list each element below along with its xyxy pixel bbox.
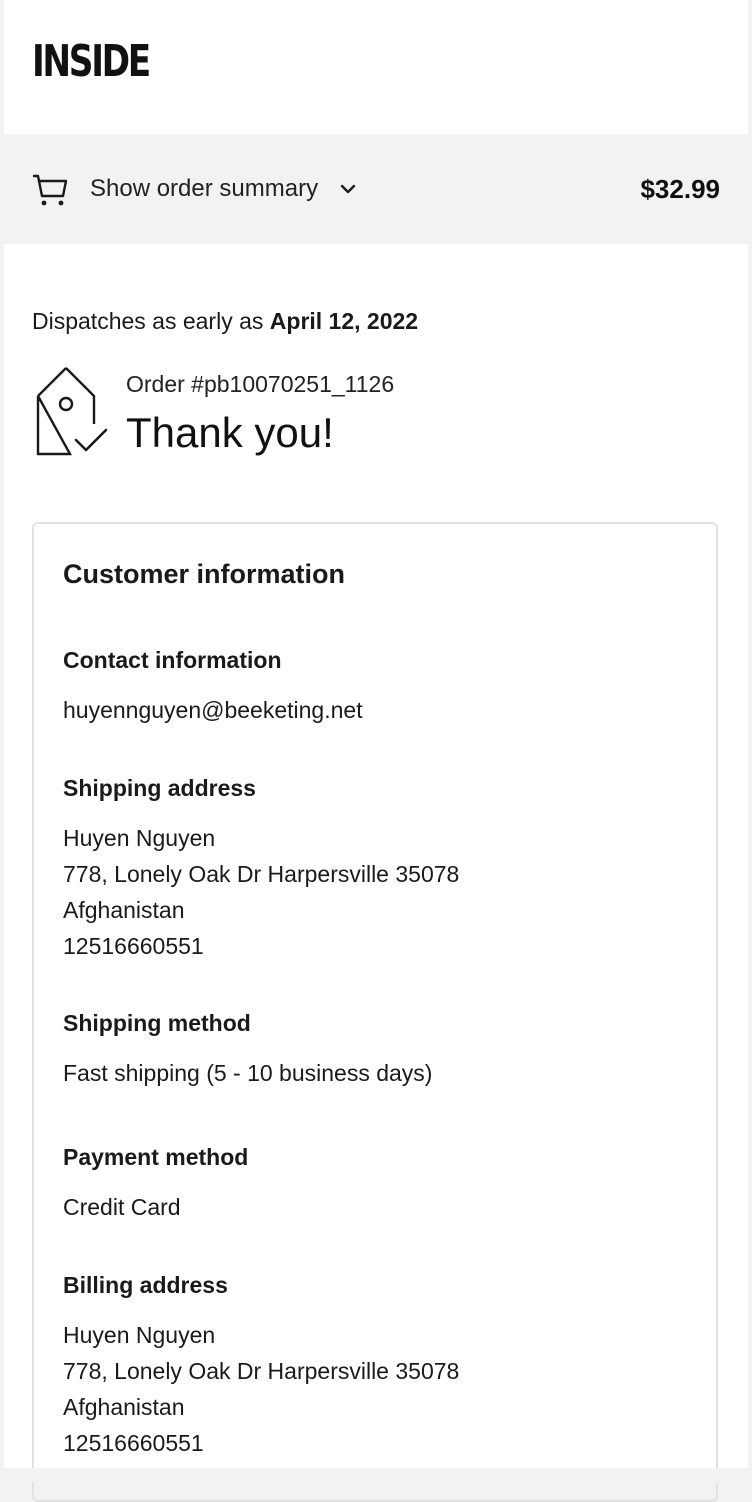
customer-information-title: Customer information <box>63 559 346 589</box>
thank-you-heading: Thank you! <box>126 409 334 456</box>
shipping-method-value: Fast shipping (5 - 10 business days) <box>63 1060 433 1086</box>
shipping-address-line: Afghanistan <box>63 897 185 923</box>
billing-address-line: Afghanistan <box>63 1394 185 1420</box>
payment-method-value: Credit Card <box>63 1194 181 1220</box>
order-total: $32.99 <box>640 174 720 204</box>
billing-address-line: Huyen Nguyen <box>63 1322 216 1348</box>
shipping-address-line: Huyen Nguyen <box>63 825 216 851</box>
cart-icon <box>33 174 68 206</box>
checkout-page: INSIDE Show order summary $32.99 Dispatc… <box>4 0 748 1502</box>
contact-email-value: huyennguyen@beeketing.net <box>63 697 363 723</box>
shipping-address-line: 12516660551 <box>63 933 204 959</box>
shipping-address-line: 778, Lonely Oak Dr Harpersville 35078 <box>63 861 460 887</box>
payment-method: Credit Card <box>63 1189 181 1225</box>
customer-information-card: Customer information Contact information… <box>32 522 718 1502</box>
shipping-method-heading: Shipping method <box>63 1010 251 1036</box>
billing-address: Huyen Nguyen 778, Lonely Oak Dr Harpersv… <box>63 1317 459 1461</box>
order-number: Order #pb10070251_1126 <box>126 371 395 397</box>
order-summary-toggle[interactable]: Show order summary $32.99 <box>4 134 748 244</box>
order-summary-label[interactable]: Show order summary <box>90 174 318 204</box>
contact-information-heading: Contact information <box>63 647 282 673</box>
billing-address-line: 12516660551 <box>63 1430 204 1456</box>
shipping-address-heading: Shipping address <box>63 775 256 801</box>
page-bottom-edge <box>0 1468 752 1482</box>
contact-email: huyennguyen@beeketing.net <box>63 692 363 728</box>
dispatch-notice: Dispatches as early as April 12, 2022 <box>32 306 418 336</box>
shipping-method: Fast shipping (5 - 10 business days) <box>63 1055 432 1091</box>
payment-method-heading: Payment method <box>63 1144 249 1170</box>
store-logo[interactable]: INSIDE <box>32 36 151 88</box>
billing-address-heading: Billing address <box>63 1272 228 1298</box>
dispatch-prefix: Dispatches as early as <box>32 308 270 334</box>
shipping-address: Huyen Nguyen 778, Lonely Oak Dr Harpersv… <box>63 820 459 964</box>
dispatch-date: April 12, 2022 <box>269 308 419 334</box>
chevron-down-icon[interactable] <box>338 179 358 199</box>
tag-check-icon <box>36 367 108 456</box>
billing-address-line: 778, Lonely Oak Dr Harpersville 35078 <box>63 1358 460 1384</box>
